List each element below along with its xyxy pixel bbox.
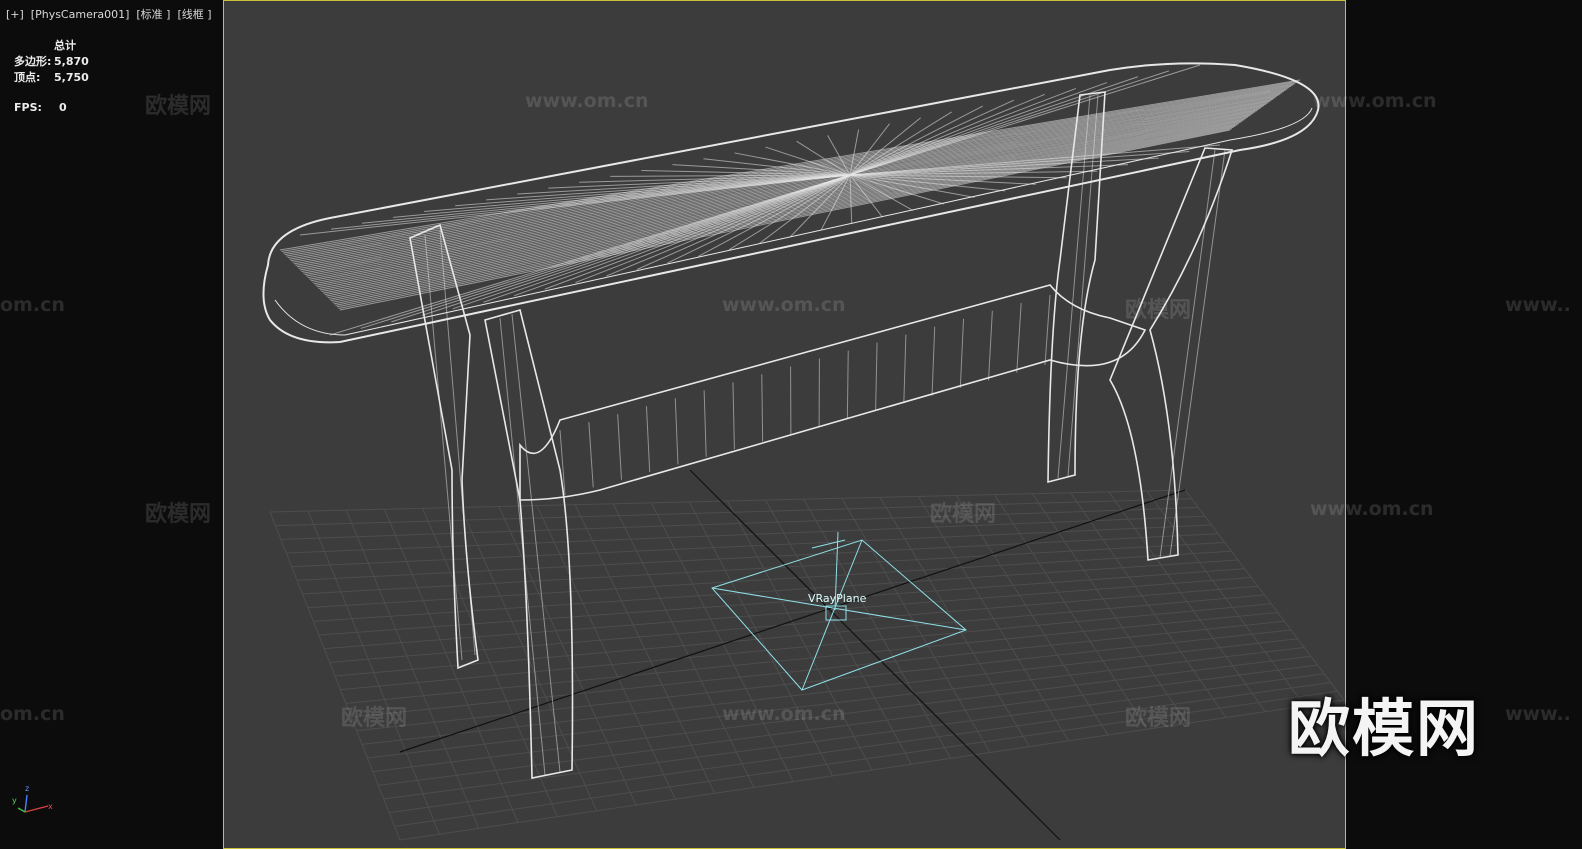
watermark-url: www..	[1505, 703, 1571, 725]
watermark-logo: 欧模网	[1288, 692, 1481, 765]
vray-plane-label: VRayPlane	[808, 592, 867, 605]
ground-grid	[269, 489, 1344, 841]
watermark-brand: 欧模网	[930, 502, 997, 527]
watermark-brand: 欧模网	[341, 706, 408, 731]
axis-z-label: z	[25, 784, 30, 793]
vray-plane-helper[interactable]	[711, 531, 967, 691]
axis-y-label: y	[12, 796, 17, 805]
watermark-url: om.cn	[0, 703, 65, 725]
axis-x-label: x	[48, 802, 53, 811]
grid-axis-line	[689, 469, 1061, 841]
watermark-url: www.om.cn	[1310, 498, 1434, 520]
watermark-url: www.om.cn	[525, 90, 649, 112]
watermark-url: www..	[1505, 294, 1571, 316]
watermark-brand: 欧模网	[1125, 298, 1192, 323]
axis-gizmo	[17, 794, 49, 813]
watermark-url: www.om.cn	[1313, 90, 1437, 112]
watermark-url: www.om.cn	[722, 703, 846, 725]
watermark-url: www.om.cn	[722, 294, 846, 316]
watermark-url: om.cn	[0, 294, 65, 316]
table-wireframe	[262, 62, 1320, 779]
watermark-brand: 欧模网	[145, 502, 212, 527]
watermark-brand: 欧模网	[145, 94, 212, 119]
watermark-brand: 欧模网	[1125, 706, 1192, 731]
